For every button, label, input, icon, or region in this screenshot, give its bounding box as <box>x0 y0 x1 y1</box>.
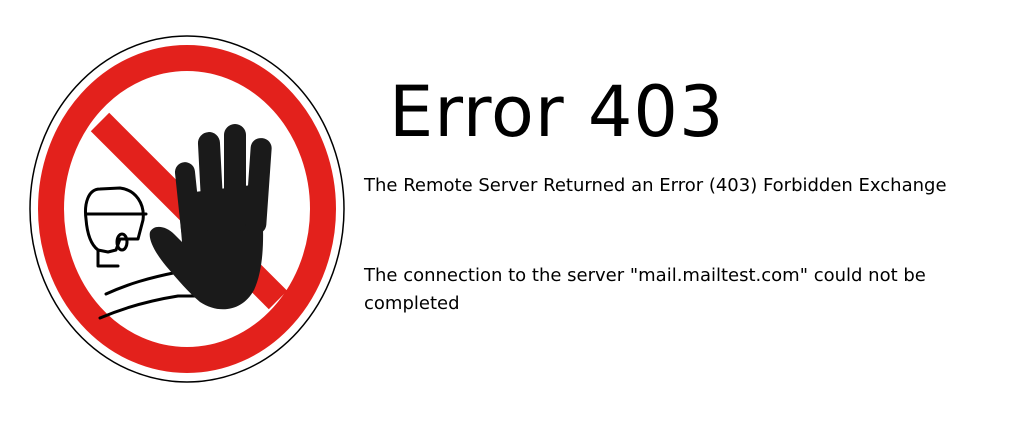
error-subtitle: The Remote Server Returned an Error (403… <box>364 175 947 196</box>
forbidden-sign-icon <box>28 34 346 384</box>
error-title: Error 403 <box>389 71 725 153</box>
no-entry-stop-hand-icon <box>29 35 345 383</box>
error-message: The connection to the server "mail.mailt… <box>364 265 926 314</box>
